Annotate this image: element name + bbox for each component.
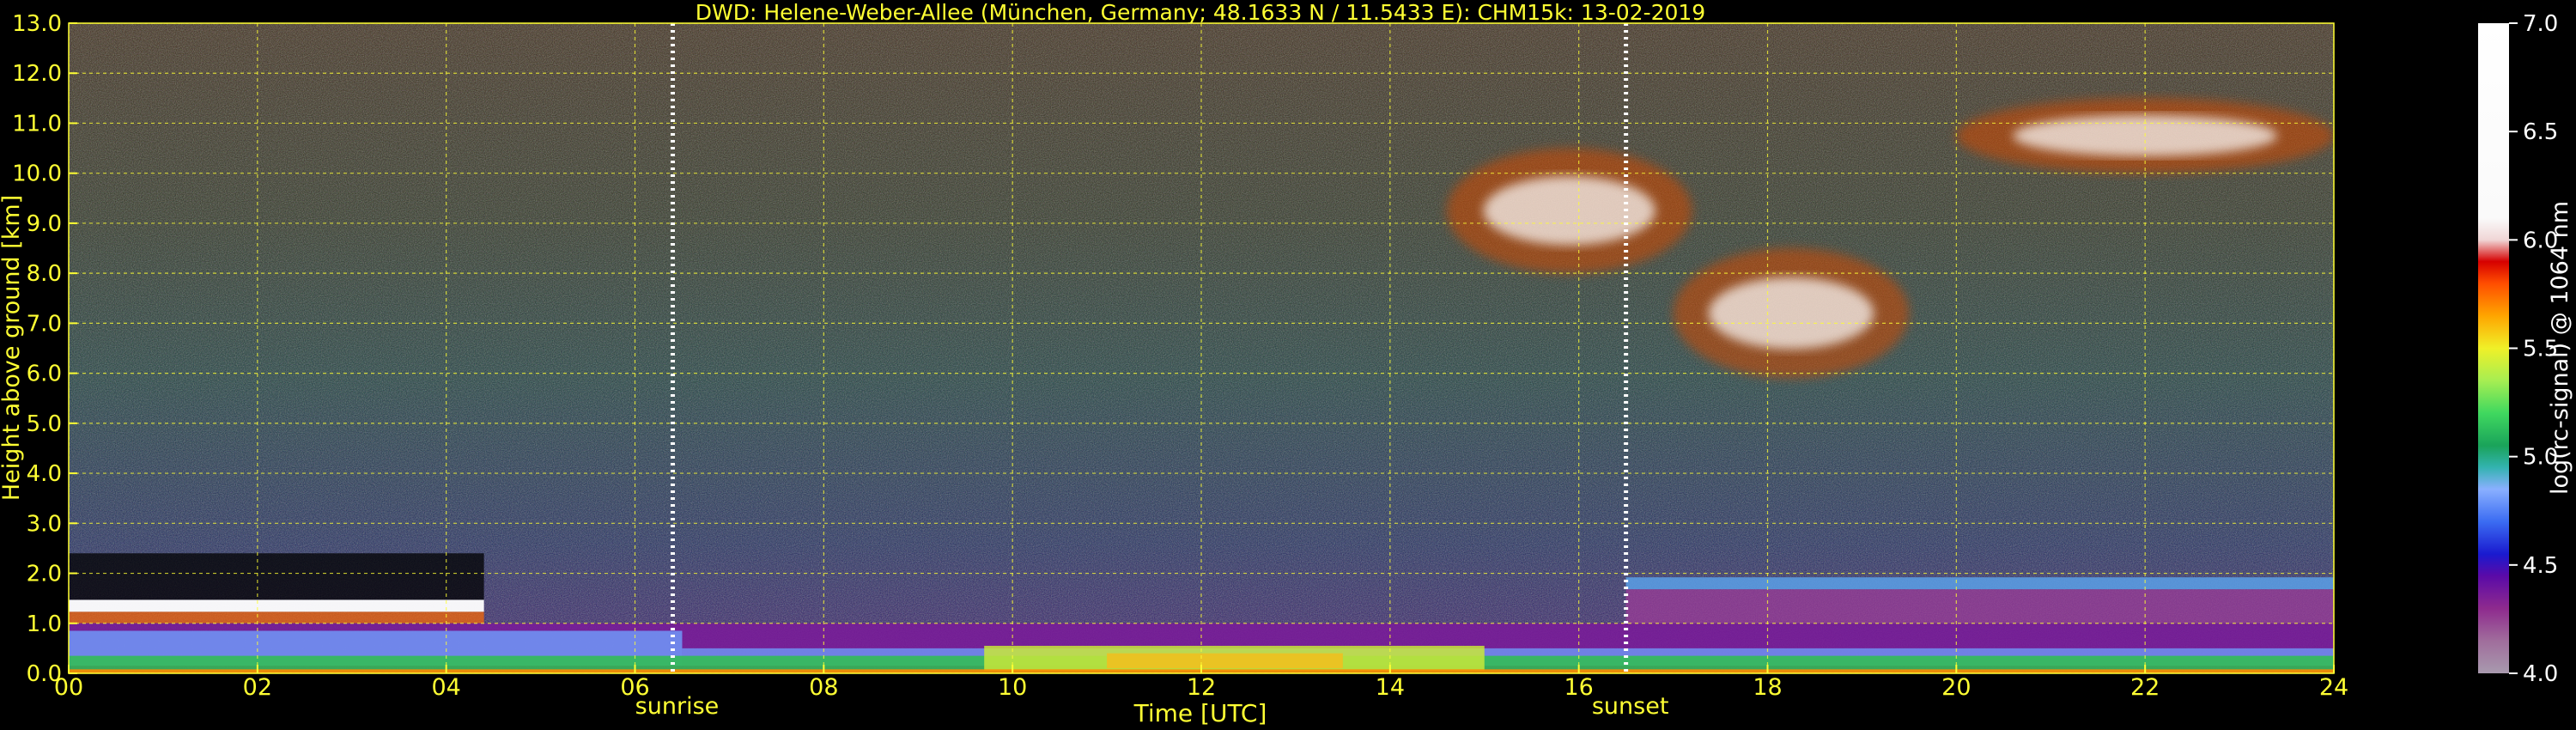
y-tick-label: 2.0 [27, 562, 62, 587]
low-cloud-layer [69, 611, 484, 624]
cirrus [1483, 176, 1656, 246]
chart-title: DWD: Helene-Weber-Allee (München, German… [696, 0, 1705, 25]
ceilometer-chart: DWD: Helene-Weber-Allee (München, German… [0, 0, 2573, 727]
y-tick-label: 4.0 [27, 461, 62, 487]
y-tick-label: 9.0 [27, 211, 62, 237]
y-tick-label: 1.0 [27, 611, 62, 637]
y-tick-label: 11.0 [12, 111, 62, 137]
y-tick-label: 6.0 [27, 362, 62, 387]
colorbar-tick-label: 7.0 [2523, 11, 2558, 37]
x-tick-label: 12 [1187, 674, 1216, 701]
colorbar-label: log(rc-signal) @ 1064 nm [2547, 201, 2573, 495]
x-tick-label: 18 [1753, 674, 1782, 701]
y-tick-label: 12.0 [12, 61, 62, 87]
colorbar-tick-label: 6.5 [2523, 119, 2558, 145]
x-tick-label: 02 [243, 674, 272, 701]
boundary-layer-band [1107, 653, 1343, 669]
residual-aerosol-layer [1625, 577, 2334, 590]
plot-area [69, 23, 2334, 673]
sunrise-label: sunrise [635, 693, 720, 720]
x-tick-label: 20 [1941, 674, 1971, 701]
residual-aerosol-layer [1625, 589, 2334, 624]
y-tick-label: 0.0 [27, 661, 62, 687]
y-tick-label: 13.0 [12, 11, 62, 37]
x-tick-label: 22 [2130, 674, 2160, 701]
x-tick-label: 24 [2319, 674, 2348, 701]
x-tick-label: 10 [998, 674, 1027, 701]
x-tick-label: 14 [1376, 674, 1405, 701]
colorbar-tick-label: 4.0 [2523, 661, 2558, 687]
y-tick-label: 7.0 [27, 311, 62, 337]
x-axis-label: Time [UTC] [1133, 699, 1267, 727]
y-tick-label: 8.0 [27, 261, 62, 287]
sunset-label: sunset [1592, 693, 1669, 720]
colorbar-tick-label: 4.5 [2523, 553, 2558, 579]
colorbar: 4.04.55.05.56.06.57.0 log(rc-signal) @ 1… [2478, 11, 2573, 687]
x-tick-label: 04 [431, 674, 460, 701]
x-tick-label: 08 [809, 674, 838, 701]
y-axis-label: Height above ground [km] [0, 195, 25, 501]
mid-level-cloud [1708, 277, 1874, 350]
y-tick-label: 10.0 [12, 161, 62, 187]
x-tick-label: 16 [1564, 674, 1593, 701]
low-cloud-layer [69, 599, 484, 612]
y-tick-label: 5.0 [27, 411, 62, 437]
colorbar-gradient [2478, 23, 2509, 673]
y-tick-label: 3.0 [27, 511, 62, 537]
low-cloud-layer [69, 553, 484, 600]
